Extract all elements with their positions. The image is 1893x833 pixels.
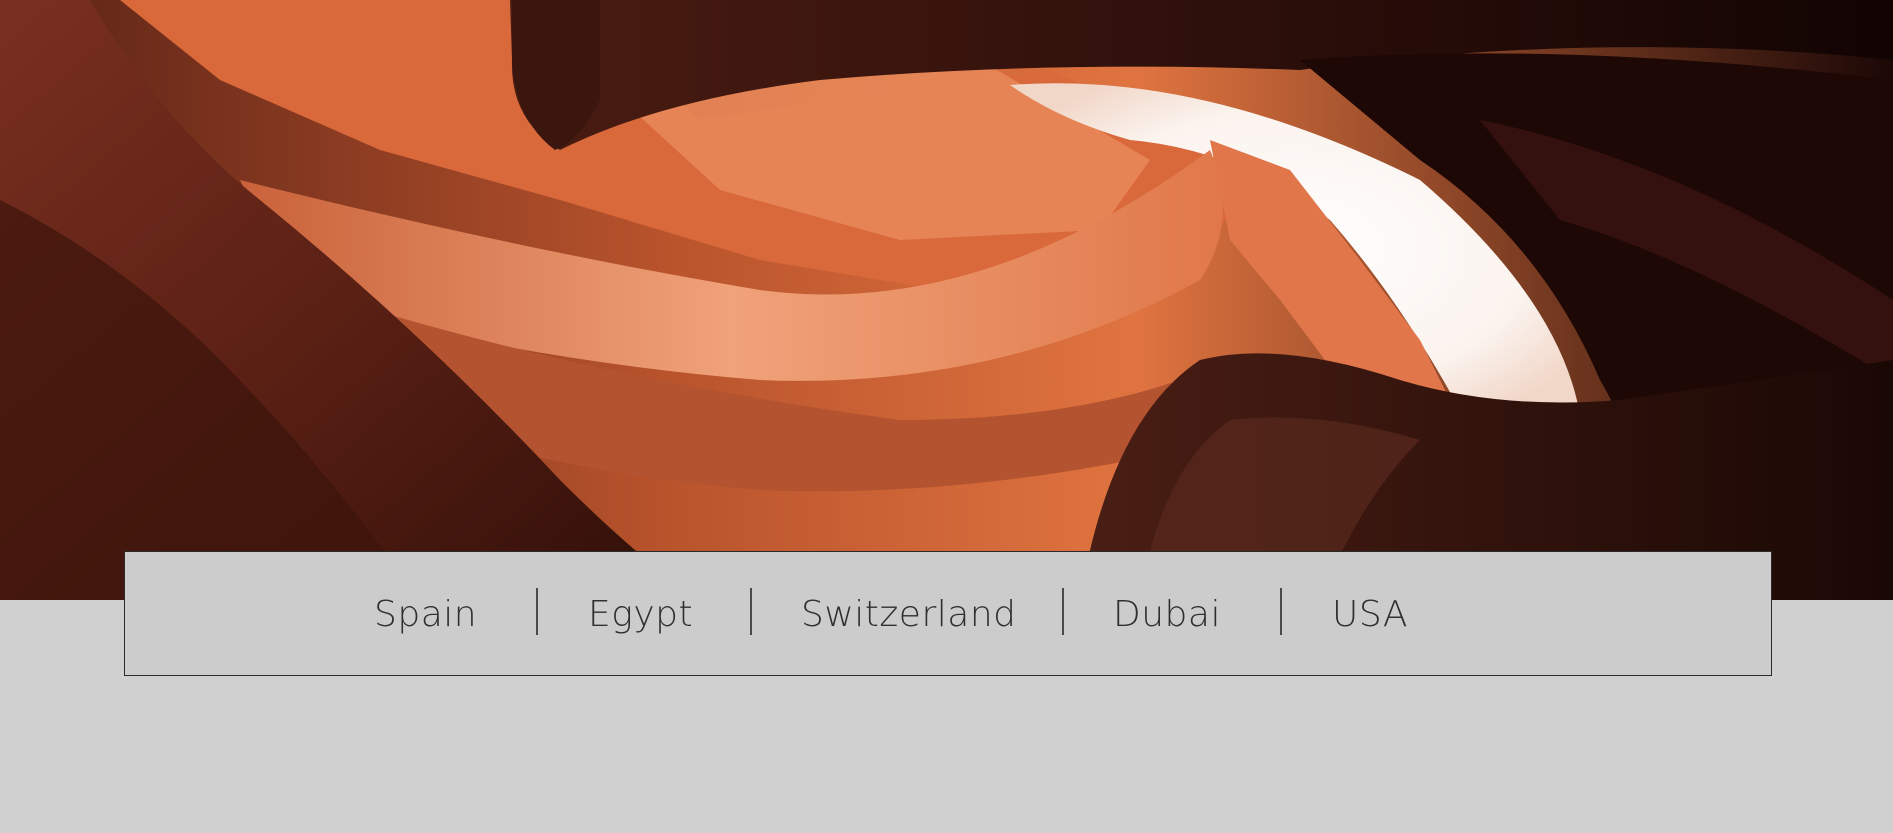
nav-item-dubai[interactable]: Dubai xyxy=(1113,592,1221,638)
nav-separator xyxy=(1280,588,1282,635)
nav-separator xyxy=(536,588,538,635)
nav-item-spain[interactable]: Spain xyxy=(374,592,477,638)
nav-separator xyxy=(1062,588,1064,635)
nav-item-switzerland[interactable]: Switzerland xyxy=(801,592,1017,638)
nav-item-egypt[interactable]: Egypt xyxy=(588,592,693,638)
hero-image xyxy=(0,0,1893,600)
nav-item-usa[interactable]: USA xyxy=(1332,592,1408,638)
destinations-list: Spain Egypt Switzerland Dubai USA xyxy=(125,552,1771,675)
nav-separator xyxy=(750,588,752,635)
canyon-illustration xyxy=(0,0,1893,600)
destinations-nav: Spain Egypt Switzerland Dubai USA xyxy=(124,551,1772,676)
